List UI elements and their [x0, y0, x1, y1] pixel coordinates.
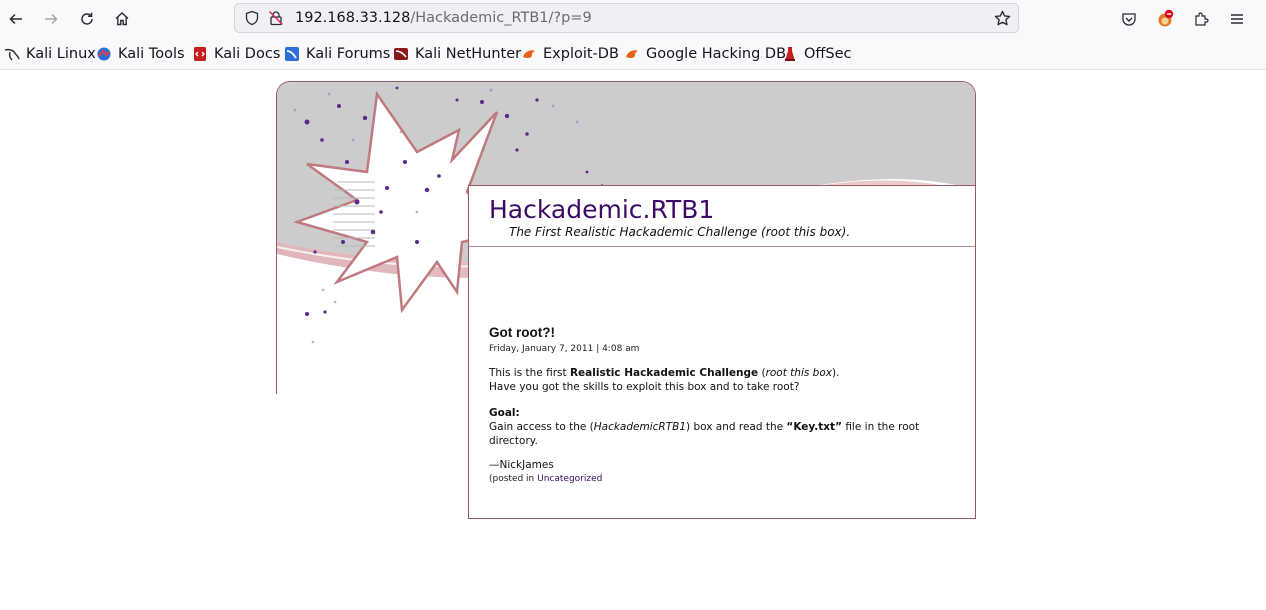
bookmark-label: Kali Linux: [26, 46, 96, 62]
url-host: 192.168.33.128: [295, 10, 411, 26]
home-button[interactable]: [108, 5, 136, 33]
post-title[interactable]: Got root?!: [489, 325, 555, 340]
bookmark-label: Google Hacking DB: [646, 46, 787, 62]
post-signature: —NickJames: [489, 459, 554, 471]
intro-question: Have you got the skills to exploit this …: [489, 381, 800, 393]
reload-button[interactable]: [73, 5, 101, 33]
menu-button[interactable]: [1223, 5, 1251, 33]
site-tagline: The First Realistic Hackademic Challenge…: [509, 225, 851, 239]
bookmark-kali-forums[interactable]: Kali Forums: [284, 45, 390, 63]
bookmark-star-icon[interactable]: [994, 10, 1011, 27]
bookmark-exploit-db[interactable]: Exploit-DB: [521, 45, 619, 63]
offsec-icon: [782, 46, 798, 62]
account-button[interactable]: [1151, 5, 1179, 33]
kali-tools-icon: [96, 46, 112, 62]
url-bar[interactable]: 192.168.33.128/Hackademic_RTB1/?p=9: [234, 3, 1019, 33]
fox-account-icon: [1158, 9, 1174, 27]
bookmark-kali-docs[interactable]: Kali Docs: [192, 45, 280, 63]
exploit-db-icon: [521, 46, 537, 62]
post-body: This is the first Realistic Hackademic C…: [489, 366, 939, 460]
intro-text: ).: [831, 367, 840, 379]
intro-text: (: [758, 367, 766, 379]
forward-button[interactable]: [37, 5, 65, 33]
bookmark-label: Kali Tools: [118, 46, 185, 62]
kali-forums-icon: [284, 46, 300, 62]
goal-label: Goal:: [489, 407, 520, 419]
kali-docs-icon: [192, 46, 208, 62]
site-header: Hackademic.RTB1 The First Realistic Hack…: [469, 186, 975, 247]
reload-icon: [81, 12, 93, 25]
shield-icon[interactable]: [244, 10, 260, 26]
bookmark-label: Exploit-DB: [543, 46, 619, 62]
bookmark-offsec[interactable]: OffSec: [782, 45, 852, 63]
post-meta: (posted in Uncategorized: [489, 474, 602, 484]
goal-text: ) box and read the: [686, 421, 787, 433]
puzzle-icon: [1195, 12, 1209, 26]
bookmark-label: OffSec: [804, 46, 852, 62]
bookmark-kali-nethunter[interactable]: Kali NetHunter: [393, 45, 521, 63]
site-title[interactable]: Hackademic.RTB1: [489, 195, 714, 224]
kali-nethunter-icon: [393, 46, 409, 62]
post-goal: Goal: Gain access to the (HackademicRTB1…: [489, 406, 939, 448]
bookmark-kali-linux[interactable]: Kali Linux: [4, 45, 96, 63]
kali-dragon-icon: [4, 46, 20, 62]
url-text[interactable]: 192.168.33.128/Hackademic_RTB1/?p=9: [295, 10, 592, 26]
browser-toolbar: 192.168.33.128/Hackademic_RTB1/?p=9: [0, 0, 1266, 37]
bookmarks-bar: Kali Linux Kali Tools Kali Docs Kali For…: [0, 37, 1266, 70]
content-box: Hackademic.RTB1 The First Realistic Hack…: [468, 185, 976, 519]
bookmark-label: Kali Forums: [306, 46, 391, 62]
url-path: /Hackademic_RTB1/?p=9: [410, 10, 592, 26]
intro-italic: root this box: [765, 367, 832, 379]
pocket-icon: [1122, 13, 1136, 26]
goal-italic: HackademicRTB1: [593, 421, 687, 433]
web-page: Hackademic.RTB1 The First Realistic Hack…: [0, 70, 1266, 610]
goal-text: Gain access to the (: [489, 421, 594, 433]
bookmark-google-hacking-db[interactable]: Google Hacking DB: [624, 45, 786, 63]
back-arrow-icon: [9, 13, 22, 25]
goal-bold: “Key.txt”: [786, 421, 842, 433]
bookmark-label: Kali NetHunter: [415, 46, 522, 62]
meta-prefix: (posted in: [489, 474, 538, 484]
ghdb-icon: [624, 46, 640, 62]
extensions-button[interactable]: [1187, 5, 1215, 33]
category-link[interactable]: Uncategorized: [537, 474, 602, 484]
bookmark-label: Kali Docs: [214, 46, 281, 62]
intro-bold: Realistic Hackademic Challenge: [569, 367, 759, 379]
pocket-button[interactable]: [1115, 5, 1143, 33]
bookmark-kali-tools[interactable]: Kali Tools: [96, 45, 185, 63]
post-intro: This is the first Realistic Hackademic C…: [489, 366, 939, 394]
home-icon: [115, 12, 129, 26]
back-button[interactable]: [2, 5, 30, 33]
post-date: Friday, January 7, 2011 | 4:08 am: [489, 344, 640, 354]
insecure-lock-icon[interactable]: [268, 10, 284, 26]
forward-arrow-icon: [45, 13, 58, 25]
hamburger-menu-icon: [1231, 14, 1243, 24]
intro-text: This is the first: [489, 367, 570, 379]
